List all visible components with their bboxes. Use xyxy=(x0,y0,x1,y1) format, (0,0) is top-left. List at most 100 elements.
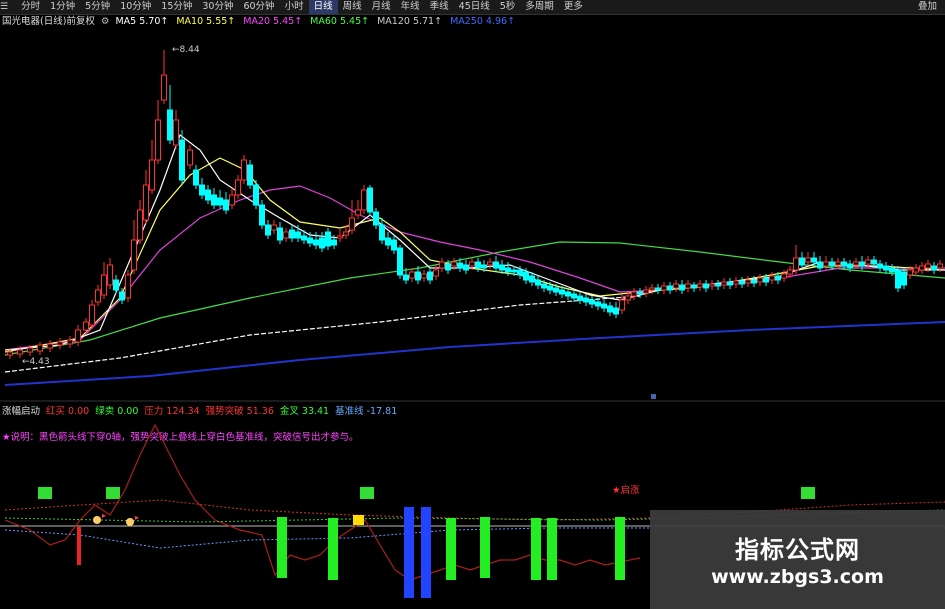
candle-body xyxy=(715,283,721,287)
candle-body xyxy=(481,264,487,269)
candle-body xyxy=(253,184,259,206)
candle-body xyxy=(457,262,463,269)
candle-body xyxy=(595,301,601,307)
candle-body xyxy=(367,187,373,213)
candle-body xyxy=(271,224,277,231)
candle-body xyxy=(541,283,547,289)
candle-body xyxy=(493,261,499,269)
candle-body xyxy=(47,343,53,349)
candle-body xyxy=(721,281,727,286)
candle-body xyxy=(619,299,625,311)
candle-body xyxy=(787,269,793,275)
candle-body xyxy=(67,339,73,345)
candle-body xyxy=(379,224,385,241)
candle-body xyxy=(937,263,943,269)
candle-body xyxy=(217,197,223,206)
candle-body xyxy=(631,291,637,297)
watermark-url: www.zbgs3.com xyxy=(711,566,884,588)
candle-body xyxy=(259,204,265,226)
sell-bar xyxy=(480,517,490,578)
yellow-marker xyxy=(353,515,364,525)
candle-body xyxy=(463,264,469,271)
candle-body xyxy=(211,194,217,206)
candle-body xyxy=(265,224,271,236)
candle-body xyxy=(107,264,113,286)
signal-square xyxy=(360,487,374,499)
candle-body xyxy=(349,217,355,231)
candle-body xyxy=(817,261,823,269)
candle-body xyxy=(523,271,529,281)
candle-body xyxy=(781,273,787,279)
candle-body xyxy=(883,265,889,271)
candle-body xyxy=(607,305,613,313)
sell-bar xyxy=(615,517,625,580)
candle-body xyxy=(931,265,937,271)
candle-body xyxy=(637,291,643,295)
candle-body xyxy=(361,189,367,211)
candle-body xyxy=(179,139,185,181)
candle-body xyxy=(57,341,63,346)
sell-bar xyxy=(277,517,287,578)
indicator-legend-2: 压力 124.34 xyxy=(144,406,200,417)
signal-square xyxy=(38,487,52,499)
candle-body xyxy=(859,261,865,267)
indicator-hint: ★说明：黑色箭头线下穿0轴，强势突破上叠线上穿白色基准线，突破信号出才参与。 xyxy=(2,432,359,443)
candle-body xyxy=(397,247,403,276)
candle-body xyxy=(733,280,739,285)
candle-body xyxy=(313,239,319,246)
candle-body xyxy=(547,285,553,291)
candle-body xyxy=(229,194,235,206)
candle-body xyxy=(155,119,161,161)
watermark-title: 指标公式网 xyxy=(735,536,860,564)
candle-body xyxy=(703,283,709,289)
candle-body xyxy=(205,189,211,201)
candle-body xyxy=(751,279,757,284)
candle-body xyxy=(307,237,313,244)
candle-body xyxy=(763,277,769,283)
candle-body xyxy=(643,289,649,294)
candle-body xyxy=(685,283,691,289)
volume-marker xyxy=(651,394,656,399)
candle-body xyxy=(113,279,119,291)
candle-body xyxy=(187,149,193,166)
candle-body xyxy=(655,287,661,291)
candle-body xyxy=(799,257,805,266)
candle-body xyxy=(613,307,619,315)
candle-body xyxy=(877,263,883,269)
candle-body xyxy=(451,261,457,267)
candle-body xyxy=(889,267,895,273)
candle-body xyxy=(325,231,331,247)
candle-body xyxy=(223,199,229,211)
sell-bar xyxy=(531,518,541,580)
signal-square xyxy=(801,487,815,499)
candle-body xyxy=(167,109,173,141)
candle-body xyxy=(847,263,853,269)
candle-body xyxy=(143,184,149,221)
candle-body xyxy=(355,209,361,216)
candle-body xyxy=(193,169,199,186)
candle-body xyxy=(901,271,907,286)
candle-body xyxy=(565,291,571,297)
sell-bar xyxy=(446,518,456,580)
sell-bar xyxy=(547,518,557,580)
candle-body xyxy=(337,235,343,239)
candle-body xyxy=(37,344,43,352)
sell-bar xyxy=(328,518,338,580)
candle-body xyxy=(247,164,253,186)
candle-body xyxy=(7,351,13,356)
high-price-label: ←8.44 xyxy=(172,45,200,55)
candle-body xyxy=(913,267,919,273)
candle-body xyxy=(319,237,325,249)
trade-tag-icon: ▸ xyxy=(135,513,139,522)
candle-body xyxy=(149,159,155,191)
candle-body xyxy=(475,261,481,269)
candle-body xyxy=(709,283,715,287)
candle-body xyxy=(505,267,511,273)
candle-body xyxy=(235,179,241,196)
candle-body xyxy=(583,297,589,303)
candle-body xyxy=(391,239,397,251)
signal-square xyxy=(106,487,120,499)
breakout-bar xyxy=(421,507,431,598)
candle-body xyxy=(125,274,131,299)
candle-body xyxy=(865,259,871,265)
